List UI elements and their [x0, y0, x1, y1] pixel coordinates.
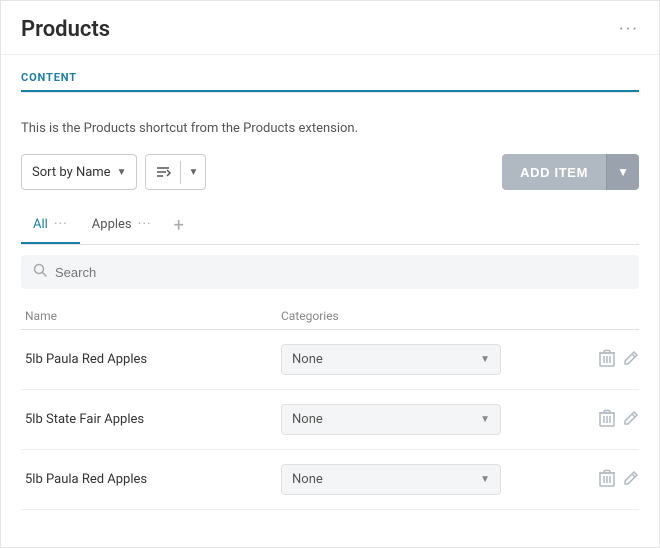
category-chevron-icon: ▼: [480, 414, 490, 425]
category-value: None: [292, 352, 323, 367]
tab-all-label: All: [33, 217, 48, 232]
row-category: None ▼: [281, 404, 587, 435]
category-value: None: [292, 472, 323, 487]
table-row: 5lb State Fair Apples None ▼: [21, 390, 639, 450]
order-chevron-icon: ▼: [180, 161, 205, 184]
page: Products ··· CONTENT This is the Product…: [0, 0, 660, 548]
delete-icon[interactable]: [599, 409, 615, 431]
header: Products ···: [1, 1, 659, 55]
column-header-name: Name: [21, 309, 281, 323]
table-row: 5lb Paula Red Apples None ▼: [21, 450, 639, 510]
delete-icon[interactable]: [599, 349, 615, 371]
search-icon: [33, 263, 47, 281]
row-category: None ▼: [281, 464, 587, 495]
sort-dropdown[interactable]: Sort by Name ▼: [21, 154, 137, 190]
toolbar: Sort by Name ▼ ▼: [21, 154, 639, 190]
add-item-main-button[interactable]: ADD ITEM: [502, 154, 606, 190]
tab-all-menu-icon[interactable]: ···: [54, 216, 68, 232]
toolbar-left: Sort by Name ▼ ▼: [21, 154, 206, 190]
tabs-bar: All ··· Apples ··· +: [21, 206, 639, 245]
delete-icon[interactable]: [599, 469, 615, 491]
category-select[interactable]: None ▼: [281, 464, 501, 495]
order-button[interactable]: ▼: [145, 154, 206, 190]
content-section: CONTENT This is the Products shortcut fr…: [1, 55, 659, 547]
search-bar: [21, 255, 639, 289]
row-name: 5lb State Fair Apples: [21, 412, 281, 427]
search-input[interactable]: [55, 265, 627, 280]
category-value: None: [292, 412, 323, 427]
edit-icon[interactable]: [623, 350, 639, 370]
category-chevron-icon: ▼: [480, 354, 490, 365]
category-chevron-icon: ▼: [480, 474, 490, 485]
row-name: 5lb Paula Red Apples: [21, 472, 281, 487]
more-options-icon[interactable]: ···: [619, 19, 639, 40]
content-divider: [21, 92, 639, 93]
tab-apples[interactable]: Apples ···: [80, 206, 164, 244]
edit-icon[interactable]: [623, 470, 639, 490]
toolbar-right: ADD ITEM ▼: [502, 154, 639, 190]
sort-label: Sort by Name: [32, 165, 111, 180]
order-icon: [146, 157, 180, 187]
add-tab-button[interactable]: +: [164, 207, 194, 244]
add-item-button[interactable]: ADD ITEM ▼: [502, 154, 639, 190]
tab-apples-label: Apples: [92, 217, 132, 232]
row-name: 5lb Paula Red Apples: [21, 352, 281, 367]
row-actions: [587, 469, 639, 491]
content-description: This is the Products shortcut from the P…: [21, 107, 639, 136]
page-title: Products: [21, 17, 110, 42]
table-header: Name Categories: [21, 303, 639, 330]
table-body: 5lb Paula Red Apples None ▼: [21, 330, 639, 510]
category-select[interactable]: None ▼: [281, 404, 501, 435]
row-category: None ▼: [281, 344, 587, 375]
column-header-categories: Categories: [281, 309, 639, 323]
table-row: 5lb Paula Red Apples None ▼: [21, 330, 639, 390]
sort-chevron-icon: ▼: [117, 167, 127, 178]
tab-apples-menu-icon[interactable]: ···: [138, 216, 152, 232]
category-select[interactable]: None ▼: [281, 344, 501, 375]
content-label: CONTENT: [21, 55, 639, 92]
row-actions: [587, 409, 639, 431]
row-actions: [587, 349, 639, 371]
tab-all[interactable]: All ···: [21, 206, 80, 244]
add-item-arrow-button[interactable]: ▼: [606, 154, 639, 190]
edit-icon[interactable]: [623, 410, 639, 430]
